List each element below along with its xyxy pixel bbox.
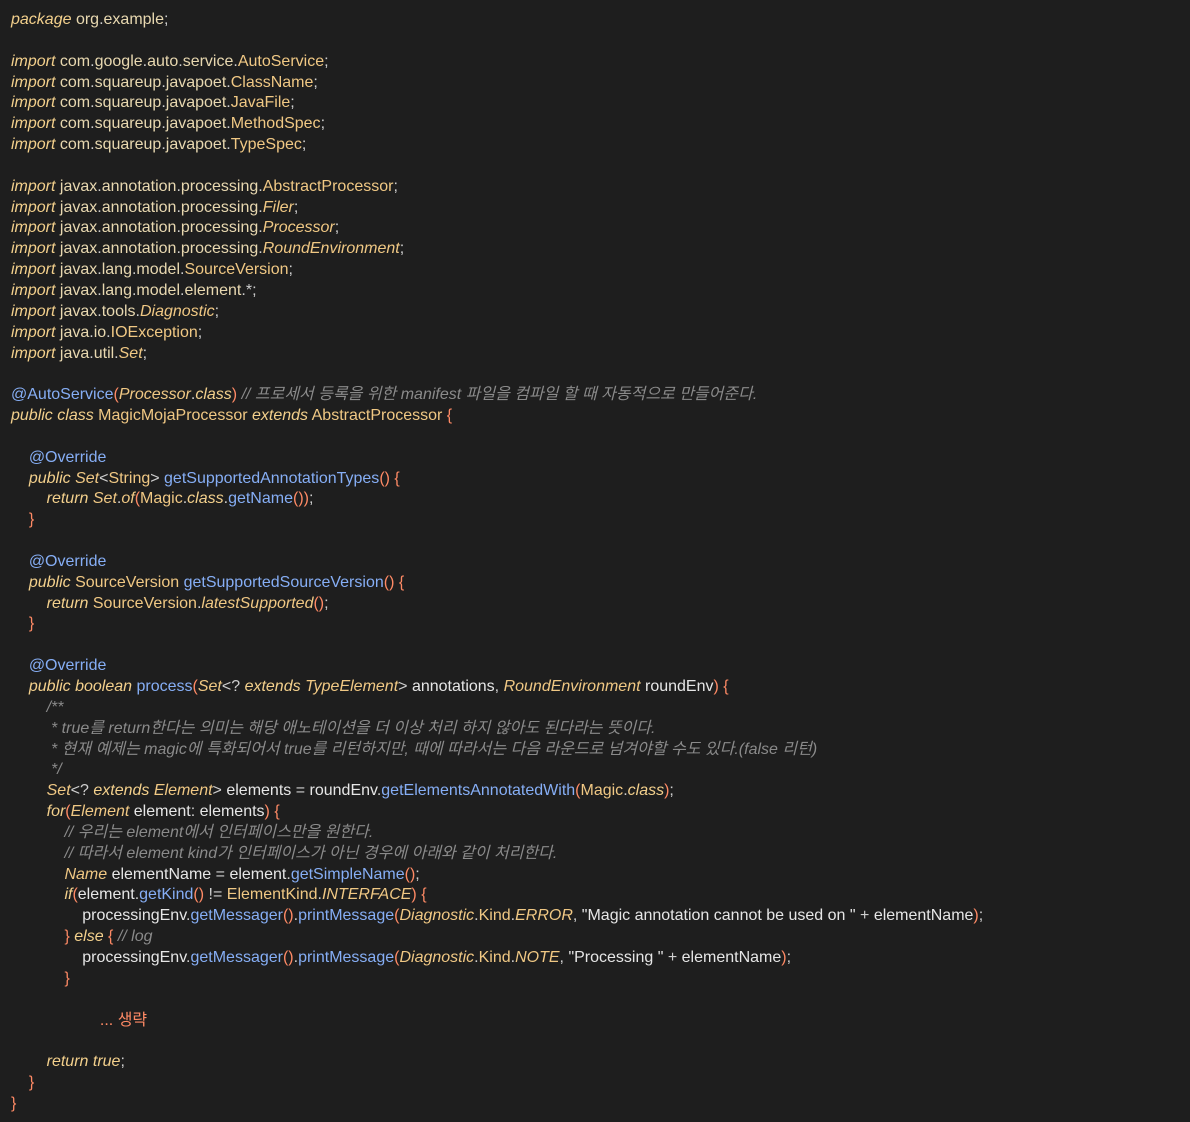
code-line: package org.example; xyxy=(11,11,169,28)
code-line: public class MagicMojaProcessor extends … xyxy=(11,407,453,425)
code-line: ​ xyxy=(11,31,983,52)
code-line: // 따라서 element kind가 인터페이스가 아닌 경우에 아래와 같… xyxy=(64,844,558,862)
code-line: public boolean process(Set<? extends Typ… xyxy=(28,678,729,695)
code-line: public Set<String> getSupportedAnnotatio… xyxy=(28,469,400,487)
code-block: package org.example;​import com.google.a… xyxy=(11,10,983,1115)
code-editor[interactable]: package org.example;​import com.google.a… xyxy=(0,0,1190,1122)
code-line: @Override xyxy=(28,552,107,570)
code-line: import java.io.IOException; xyxy=(11,323,203,341)
code-line: ​ xyxy=(11,427,983,448)
code-line: } xyxy=(64,969,70,987)
code-line: @Override xyxy=(28,448,107,466)
code-line: import com.squareup.javapoet.ClassName; xyxy=(11,73,318,91)
code-line: // 우리는 element에서 인터페이스만을 원한다. xyxy=(64,823,374,841)
code-line: import javax.tools.Diagnostic; xyxy=(11,302,220,320)
code-line: import javax.annotation.processing.Filer… xyxy=(11,198,299,216)
code-line: } else { // log xyxy=(64,928,153,946)
code-line: * 현재 예제는 magic에 특화되어서 true를 리턴하지만, 때에 따라… xyxy=(11,740,818,758)
code-line: import com.google.auto.service.AutoServi… xyxy=(11,52,329,70)
code-line: /** xyxy=(11,698,64,716)
code-line: @Override xyxy=(28,657,107,675)
code-line: ​ xyxy=(11,156,983,177)
code-line: import javax.lang.model.SourceVersion; xyxy=(11,261,293,279)
code-line: import javax.annotation.processing.Proce… xyxy=(11,219,340,237)
code-line: */ xyxy=(11,761,62,779)
code-line: import com.squareup.javapoet.TypeSpec; xyxy=(11,136,307,154)
code-line: processingEnv.getMessager().printMessage… xyxy=(82,907,984,925)
code-line: } xyxy=(28,511,35,529)
code-line: ... 생략 xyxy=(11,1011,148,1029)
code-line: import com.squareup.javapoet.MethodSpec; xyxy=(11,115,326,133)
code-line: import javax.lang.model.element.*; xyxy=(11,281,257,299)
code-line: ​ xyxy=(11,635,983,656)
code-line: } xyxy=(11,1094,17,1112)
code-line: Name elementName = element.getSimpleName… xyxy=(64,865,420,883)
code-line: Set<? extends Element> elements = roundE… xyxy=(46,782,674,800)
code-line: processingEnv.getMessager().printMessage… xyxy=(82,948,792,966)
code-line: } xyxy=(28,615,35,633)
code-line: * true를 return한다는 의미는 해당 애노테이션을 더 이상 처리 … xyxy=(11,719,656,737)
code-line: return true; xyxy=(46,1053,125,1071)
code-line: return SourceVersion.latestSupported(); xyxy=(46,594,329,612)
code-line: ​ xyxy=(11,1031,983,1052)
code-line: for(Element element: elements) { xyxy=(46,803,280,821)
code-line: return Set.of(Magic.class.getName()); xyxy=(46,490,314,508)
code-line: ​ xyxy=(11,990,983,1011)
code-line: ​ xyxy=(11,531,983,552)
code-line: import com.squareup.javapoet.JavaFile; xyxy=(11,94,295,112)
code-line: } xyxy=(28,1074,35,1092)
code-line: if(element.getKind() != ElementKind.INTE… xyxy=(64,886,427,904)
code-line: import javax.annotation.processing.Round… xyxy=(11,240,405,258)
code-line: ​ xyxy=(11,364,983,385)
code-line: import javax.annotation.processing.Abstr… xyxy=(11,177,398,195)
code-line: @AutoService(Processor.class) // 프로세서 등록… xyxy=(11,386,758,404)
code-line: public SourceVersion getSupportedSourceV… xyxy=(28,573,405,591)
code-line: import java.util.Set; xyxy=(11,344,148,362)
